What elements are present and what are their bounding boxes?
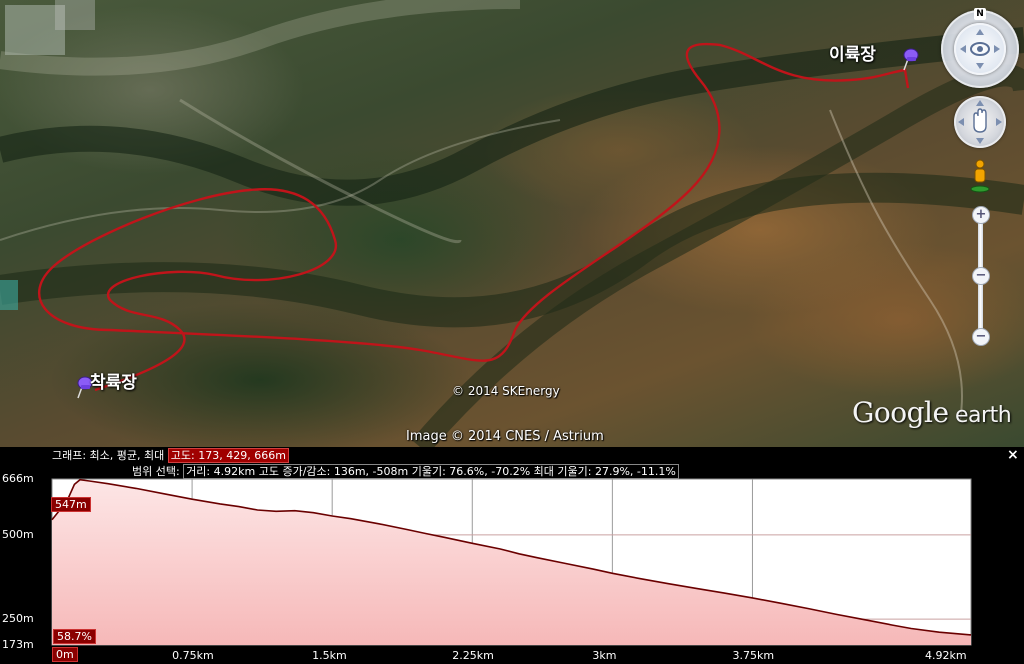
hand-icon[interactable] bbox=[954, 96, 1006, 148]
elevation-profile-panel[interactable]: 그래프: 최소, 평균, 최대 고도: 173, 429, 666m 범위 선택… bbox=[0, 447, 1024, 664]
takeoff-pin-icon[interactable] bbox=[898, 46, 920, 72]
street-view-pegman-icon[interactable] bbox=[968, 158, 992, 194]
elevation-chart[interactable] bbox=[0, 447, 1024, 664]
terrain-texture bbox=[0, 0, 1024, 447]
flight-track bbox=[37, 42, 910, 392]
zoom-out-button[interactable]: − bbox=[972, 328, 990, 346]
start-altitude-tag: 547m bbox=[51, 497, 91, 512]
zoom-slider-handle[interactable]: − bbox=[972, 267, 990, 285]
y-tick-label: 173m bbox=[2, 638, 34, 651]
landing-site-label[interactable]: 착륙장 bbox=[90, 368, 137, 393]
x-tick-label: 3.75km bbox=[732, 649, 775, 662]
google-earth-logo: Google earth bbox=[852, 396, 1012, 429]
slope-tag: 58.7% bbox=[53, 629, 96, 644]
copyright-image: Image © 2014 CNES / Astrium bbox=[406, 429, 604, 444]
zoom-in-button[interactable]: + bbox=[972, 206, 990, 224]
y-tick-label: 500m bbox=[2, 527, 34, 541]
x-tick-label: 3km bbox=[592, 649, 617, 662]
x-tick-label: 2.25km bbox=[452, 649, 494, 662]
copyright-skenergy: © 2014 SKEnergy bbox=[452, 384, 560, 398]
compass-north-label[interactable]: N bbox=[974, 8, 986, 20]
x-tick-label: 1.5km bbox=[312, 649, 347, 662]
x-tick-label: 4.92km bbox=[925, 649, 967, 662]
x-tick-label: 0m bbox=[52, 647, 78, 662]
y-tick-label: 666m bbox=[2, 472, 34, 485]
satellite-map-view[interactable]: 착륙장 이륙장 © 2014 SKEnergy Image © 2014 CNE… bbox=[0, 0, 1024, 447]
eye-icon[interactable] bbox=[954, 23, 1006, 75]
takeoff-site-label[interactable]: 이륙장 bbox=[829, 40, 876, 65]
y-tick-label: 250m bbox=[2, 612, 34, 626]
x-tick-label: 0.75km bbox=[172, 649, 214, 662]
